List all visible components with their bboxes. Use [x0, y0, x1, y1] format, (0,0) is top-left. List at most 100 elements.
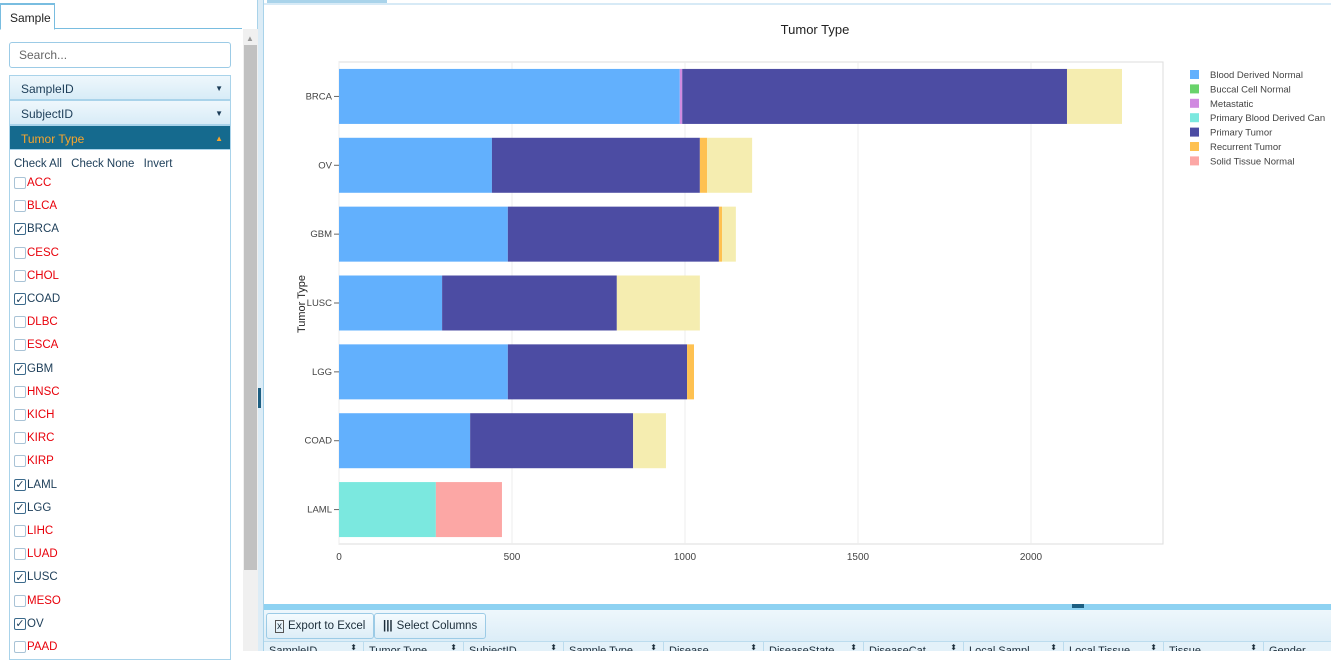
bar-segment[interactable] — [339, 482, 436, 538]
tumor-type-item[interactable]: DLBC — [14, 314, 58, 330]
tumor-type-item[interactable]: ✓ LGG — [14, 500, 51, 516]
check-none-link[interactable]: Check None — [71, 158, 134, 170]
tumor-type-item[interactable]: CHOL — [14, 268, 59, 284]
checkbox[interactable] — [14, 432, 26, 445]
column-header[interactable]: Sample Type ⬍ — [564, 642, 664, 651]
bar-segment[interactable] — [339, 344, 508, 400]
tumor-type-item[interactable]: ESCA — [14, 337, 58, 353]
bar-segment[interactable] — [339, 206, 508, 262]
sort-icon[interactable]: ⬍ — [350, 643, 357, 651]
checkbox[interactable] — [14, 641, 26, 653]
checkbox[interactable] — [14, 269, 26, 282]
tumor-type-item[interactable]: HNSC — [14, 384, 60, 400]
select-columns-button[interactable]: ||| Select Columns — [374, 613, 487, 639]
scroll-up-icon[interactable]: ▲ — [246, 34, 254, 43]
column-header[interactable]: Disease ⬍ — [664, 642, 764, 651]
checkbox[interactable] — [14, 385, 26, 398]
bar-segment[interactable] — [339, 68, 680, 124]
tab-sample[interactable]: Sample — [0, 3, 55, 30]
checkbox[interactable]: ✓ — [14, 571, 26, 584]
checkbox[interactable] — [14, 200, 26, 213]
column-header[interactable]: Local Sampl... ⬍ — [964, 642, 1064, 651]
column-header[interactable]: SampleID ⬍ — [264, 642, 364, 651]
sort-icon[interactable]: ⬍ — [850, 643, 857, 651]
bar-segment[interactable] — [442, 275, 617, 331]
legend-item[interactable]: Solid Tissue Normal — [1210, 156, 1294, 167]
tumor-type-item[interactable]: ✓ OV — [14, 616, 44, 632]
tumor-type-item[interactable]: KIRC — [14, 430, 54, 446]
bar-segment[interactable] — [339, 137, 492, 193]
bar-segment[interactable] — [633, 413, 666, 469]
tumor-type-item[interactable]: CESC — [14, 245, 59, 261]
column-header[interactable]: Tissue ⬍ — [1164, 642, 1264, 651]
tumor-type-item[interactable]: ✓ GBM — [14, 361, 53, 377]
tumor-type-item[interactable]: KIRP — [14, 453, 54, 469]
sort-icon[interactable]: ⬍ — [750, 643, 757, 651]
check-all-link[interactable]: Check All — [14, 158, 62, 170]
checkbox[interactable]: ✓ — [14, 617, 26, 630]
column-header[interactable]: DiseaseCat ⬍ — [864, 642, 964, 651]
legend-item[interactable]: Primary Tumor — [1210, 128, 1272, 139]
search-input[interactable] — [9, 42, 231, 68]
legend-item[interactable]: Primary Blood Derived Can — [1210, 113, 1325, 124]
bar-segment[interactable] — [699, 137, 708, 193]
checkbox[interactable] — [14, 548, 26, 561]
tumor-type-item[interactable]: PAAD — [14, 639, 57, 655]
legend-item[interactable]: Metastatic — [1210, 99, 1254, 110]
bar-segment[interactable] — [339, 413, 471, 469]
legend-item[interactable]: Buccal Cell Normal — [1210, 84, 1291, 95]
splitter-handle[interactable] — [1072, 604, 1084, 608]
tumor-type-item[interactable]: KICH — [14, 407, 54, 423]
checkbox[interactable] — [14, 339, 26, 352]
bar-segment[interactable] — [616, 275, 700, 331]
bar-segment[interactable] — [707, 137, 753, 193]
sort-icon[interactable]: ⬍ — [650, 643, 657, 651]
checkbox[interactable] — [14, 409, 26, 421]
splitter-handle[interactable] — [258, 388, 261, 408]
checkbox[interactable] — [14, 316, 26, 329]
bar-segment[interactable] — [507, 344, 688, 400]
invert-link[interactable]: Invert — [144, 158, 173, 170]
bar-segment[interactable] — [1066, 68, 1122, 124]
checkbox[interactable] — [14, 177, 26, 189]
tumor-type-item[interactable]: ✓ LAML — [14, 477, 57, 493]
bar-segment[interactable] — [722, 206, 736, 262]
bar-segment[interactable] — [435, 482, 502, 538]
tumor-type-item[interactable]: MESO — [14, 593, 61, 609]
export-excel-button[interactable]: x Export to Excel — [266, 613, 375, 639]
checkbox[interactable] — [14, 455, 26, 468]
bar-segment[interactable] — [682, 68, 1067, 124]
bar-segment[interactable] — [718, 206, 723, 262]
tumor-type-item[interactable]: ✓ COAD — [14, 291, 60, 307]
sort-icon[interactable]: ⬍ — [1150, 643, 1157, 651]
sort-icon[interactable]: ⬍ — [1250, 643, 1257, 651]
checkbox[interactable]: ✓ — [14, 362, 26, 375]
legend-item[interactable]: Blood Derived Normal — [1210, 70, 1303, 81]
accordion-tumor-type[interactable]: Tumor Type ▲ — [9, 125, 231, 150]
checkbox[interactable] — [14, 246, 26, 259]
tumor-type-item[interactable]: ✓ BRCA — [14, 221, 59, 237]
column-header[interactable]: Gender⬍ — [1264, 642, 1331, 651]
tumor-type-item[interactable]: LUAD — [14, 546, 58, 562]
tumor-type-item[interactable]: ✓ LUSC — [14, 569, 58, 585]
column-header[interactable]: SubjectID ⬍ — [464, 642, 564, 651]
vertical-scrollbar[interactable]: ▲ — [243, 29, 258, 651]
accordion-sampleid[interactable]: SampleID ▼ — [9, 75, 231, 100]
tumor-type-item[interactable]: BLCA — [14, 198, 57, 214]
column-header[interactable]: Tumor Type ⬍ — [364, 642, 464, 651]
column-header[interactable]: Local Tissue ⬍ — [1064, 642, 1164, 651]
legend-item[interactable]: Recurrent Tumor — [1210, 142, 1281, 153]
checkbox[interactable] — [14, 525, 26, 537]
checkbox[interactable] — [14, 594, 26, 607]
bar-segment[interactable] — [491, 137, 700, 193]
checkbox[interactable]: ✓ — [14, 501, 26, 514]
checkbox[interactable]: ✓ — [14, 478, 26, 491]
bar-segment[interactable] — [507, 206, 719, 262]
tumor-type-item[interactable]: LIHC — [14, 523, 53, 539]
sort-icon[interactable]: ⬍ — [550, 643, 557, 651]
bar-segment[interactable] — [470, 413, 634, 469]
scrollbar-thumb[interactable] — [244, 45, 257, 570]
sort-icon[interactable]: ⬍ — [450, 643, 457, 651]
column-header[interactable]: DiseaseState ⬍ — [764, 642, 864, 651]
sort-icon[interactable]: ⬍ — [1050, 643, 1057, 651]
